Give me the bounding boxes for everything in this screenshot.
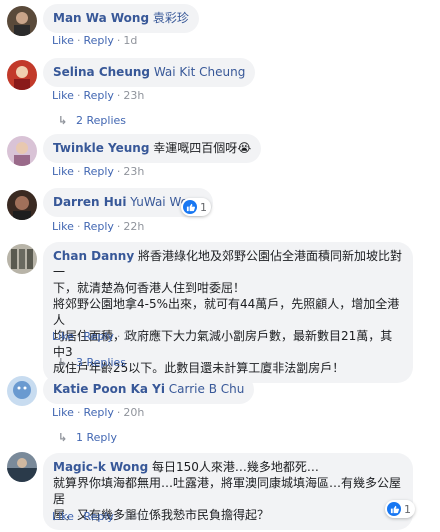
reaction-count[interactable]: 1 <box>385 500 415 518</box>
comment-text-line: 每日150人來港…幾多地都死… <box>152 460 319 474</box>
reply-link[interactable]: Reply <box>83 330 113 343</box>
replies-count[interactable]: 2 Replies <box>76 114 126 127</box>
thumbs-up-icon <box>183 200 197 214</box>
replies-count[interactable]: 3 Replies <box>76 356 126 369</box>
reaction-count[interactable]: 1 <box>181 198 211 216</box>
reply-link[interactable]: Reply <box>83 510 113 523</box>
like-link[interactable]: Like <box>52 330 74 343</box>
reply-link[interactable]: Reply <box>83 34 113 47</box>
comment-text-line: 就算界你填海都無用…吐露港，將軍澳同康城填海區…有幾多公屋居 <box>53 476 402 506</box>
like-link[interactable]: Like <box>52 89 74 102</box>
comment-actions: Like · Reply · 23h <box>52 165 145 178</box>
avatar[interactable] <box>7 136 37 166</box>
reaction-number: 1 <box>404 502 411 516</box>
comment-author[interactable]: Katie Poon Ka Yi <box>53 382 165 396</box>
comment-time[interactable]: 21h <box>123 330 144 343</box>
comment-time[interactable]: 1d <box>123 34 137 47</box>
comment-bubble: Twinkle Yeung 幸運嘅四百個呀😭 <box>43 134 262 163</box>
like-link[interactable]: Like <box>52 165 74 178</box>
like-link[interactable]: Like <box>52 34 74 47</box>
like-link[interactable]: Like <box>52 406 74 419</box>
reply-arrow-icon: ↳ <box>58 356 68 369</box>
reply-link[interactable]: Reply <box>83 165 113 178</box>
comment-time[interactable]: 20h <box>123 406 144 419</box>
avatar[interactable] <box>7 6 37 36</box>
comment-actions: Like · Reply · 1d <box>52 34 138 47</box>
avatar[interactable] <box>7 60 37 90</box>
comment-actions: Like · Reply · 21h <box>52 330 145 343</box>
like-link[interactable]: Like <box>52 510 74 523</box>
comment-author[interactable]: Man Wa Wong <box>53 11 149 25</box>
reaction-number: 1 <box>200 200 207 214</box>
comment-actions: Like · Reply · 18h <box>52 510 145 523</box>
comment-bubble: Man Wa Wong 袁彩珍 <box>43 4 199 33</box>
like-link[interactable]: Like <box>52 220 74 233</box>
comment-author[interactable]: Chan Danny <box>53 249 134 263</box>
comment-author[interactable]: Magic-k Wong <box>53 460 148 474</box>
comment-actions: Like · Reply · 20h <box>52 406 145 419</box>
comment-time[interactable]: 23h <box>123 89 144 102</box>
avatar[interactable] <box>7 376 37 406</box>
comment-actions: Like · Reply · 23h <box>52 89 145 102</box>
comment-author[interactable]: Selina Cheung <box>53 65 150 79</box>
comment-bubble: Selina Cheung Wai Kit Cheung <box>43 58 256 87</box>
comment-time[interactable]: 18h <box>123 510 144 523</box>
reply-arrow-icon: ↳ <box>58 431 68 444</box>
replies-count[interactable]: 1 Reply <box>76 431 117 444</box>
thumbs-up-icon <box>387 502 401 516</box>
view-replies-link[interactable]: ↳ 2 Replies <box>58 114 126 127</box>
comment-time[interactable]: 22h <box>123 220 144 233</box>
tagged-user[interactable]: 袁彩珍 <box>153 11 189 25</box>
avatar[interactable] <box>7 190 37 220</box>
comment-time[interactable]: 23h <box>123 165 144 178</box>
reply-link[interactable]: Reply <box>83 406 113 419</box>
comment-author[interactable]: Twinkle Yeung <box>53 141 149 155</box>
comment-author[interactable]: Darren Hui <box>53 195 126 209</box>
comment-text-line: 下，就清楚為何香港人住到咁委屈！ <box>53 281 246 295</box>
comment-text: 幸運嘅四百個呀😭 <box>153 141 252 155</box>
view-replies-link[interactable]: ↳ 1 Reply <box>58 431 117 444</box>
comment-text-line: 將郊野公園地拿4-5%出來，就可有44萬戶，先照顧人，增加全港人 <box>53 297 400 327</box>
avatar[interactable] <box>7 244 37 274</box>
reply-arrow-icon: ↳ <box>58 114 68 127</box>
comment-bubble: Katie Poon Ka Yi Carrie B Chu <box>43 375 255 404</box>
reply-link[interactable]: Reply <box>83 89 113 102</box>
avatar[interactable] <box>7 452 37 482</box>
comment-actions: Like · Reply · 22h <box>52 220 145 233</box>
view-replies-link[interactable]: ↳ 3 Replies <box>58 356 126 369</box>
tagged-user[interactable]: Carrie B Chu <box>169 382 245 396</box>
tagged-user[interactable]: Wai Kit Cheung <box>154 65 246 79</box>
reply-link[interactable]: Reply <box>83 220 113 233</box>
